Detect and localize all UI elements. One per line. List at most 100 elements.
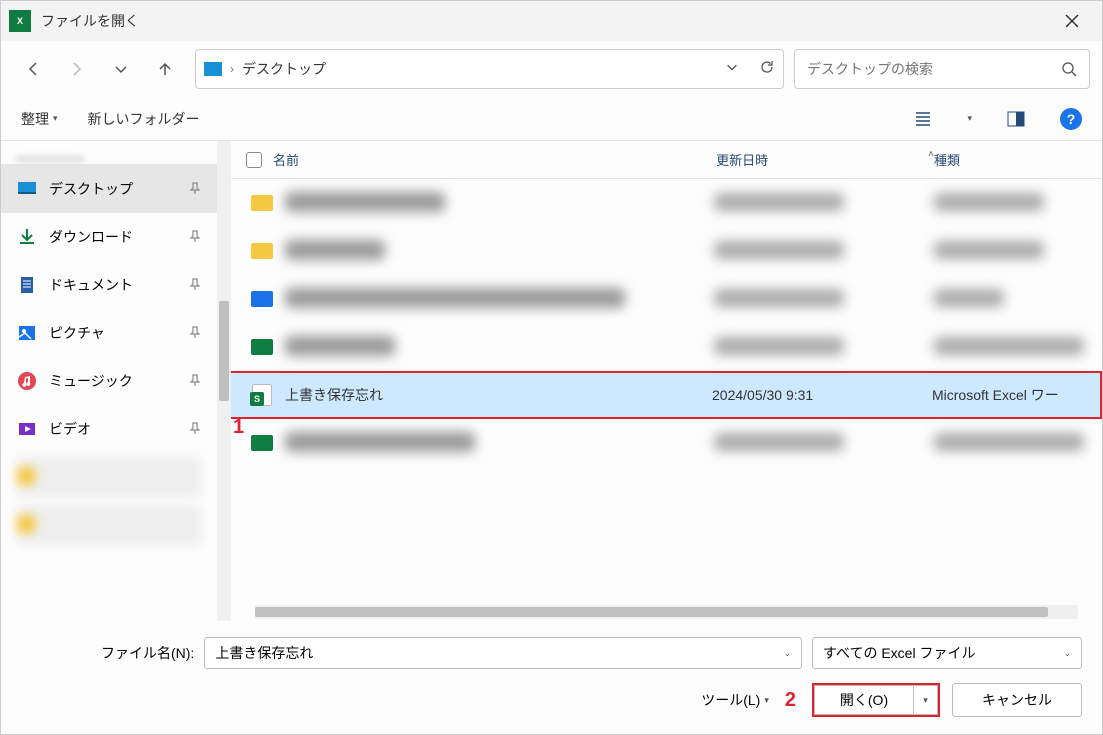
address-history-button[interactable] bbox=[725, 60, 739, 79]
chevron-down-icon: ⌄ bbox=[1063, 648, 1071, 659]
search-icon bbox=[1061, 61, 1077, 77]
file-row[interactable] bbox=[231, 227, 1102, 275]
sidebar-item-music[interactable]: ミュージック bbox=[1, 357, 217, 405]
toolbar: 整理 ▾ 新しいフォルダー ▾ ? bbox=[1, 97, 1102, 141]
chevron-down-icon bbox=[725, 60, 739, 74]
file-type: Microsoft Excel ワー bbox=[932, 385, 1092, 405]
column-headers: 名前 更新日時 ˄ 種類 bbox=[231, 141, 1102, 179]
help-button[interactable]: ? bbox=[1060, 108, 1082, 130]
open-dropdown-button[interactable]: ▾ bbox=[914, 685, 938, 715]
tools-menu[interactable]: ツール(L) ▾ bbox=[701, 690, 769, 710]
sidebar-item-documents[interactable]: ドキュメント bbox=[1, 261, 217, 309]
body: デスクトップ ダウンロード ドキュメント ピクチャ ミュージック ビデオ bbox=[1, 141, 1102, 621]
sidebar-item-desktop[interactable]: デスクトップ bbox=[1, 165, 217, 213]
caret-down-icon: ▾ bbox=[53, 113, 58, 124]
folder-icon bbox=[251, 291, 273, 307]
view-mode-button[interactable] bbox=[909, 105, 937, 133]
sidebar-item-label: ビデオ bbox=[49, 419, 91, 439]
recent-button[interactable] bbox=[101, 49, 141, 89]
list-view-icon bbox=[913, 109, 933, 129]
file-row[interactable] bbox=[231, 323, 1102, 371]
desktop-icon bbox=[17, 179, 37, 199]
select-all-checkbox[interactable] bbox=[239, 152, 269, 168]
refresh-button[interactable] bbox=[759, 59, 775, 80]
pin-icon bbox=[189, 229, 201, 245]
close-button[interactable] bbox=[1050, 1, 1094, 41]
caret-down-icon[interactable]: ▾ bbox=[967, 113, 972, 124]
folder-icon bbox=[251, 195, 273, 211]
title-bar: X ファイルを開く bbox=[1, 1, 1102, 41]
arrow-right-icon bbox=[69, 61, 85, 77]
caret-down-icon: ▾ bbox=[923, 695, 928, 706]
sidebar-item-label: ピクチャ bbox=[49, 323, 105, 343]
preview-pane-button[interactable] bbox=[1002, 105, 1030, 133]
refresh-icon bbox=[759, 59, 775, 75]
sidebar-item-video[interactable]: ビデオ bbox=[1, 405, 217, 453]
sidebar-item-downloads[interactable]: ダウンロード bbox=[1, 213, 217, 261]
sidebar-item-label: ドキュメント bbox=[49, 275, 133, 295]
filename-label: ファイル名(N): bbox=[101, 643, 194, 663]
desktop-icon bbox=[204, 62, 222, 76]
file-list: 名前 更新日時 ˄ 種類 bbox=[231, 141, 1102, 621]
arrow-left-icon bbox=[25, 61, 41, 77]
file-row[interactable] bbox=[231, 179, 1102, 227]
file-date: 2024/05/30 9:31 bbox=[712, 387, 932, 403]
open-split-button: 開く(O) ▾ bbox=[812, 683, 940, 717]
file-row[interactable] bbox=[231, 419, 1102, 467]
pictures-icon bbox=[17, 323, 37, 343]
pin-icon bbox=[189, 373, 201, 389]
excel-file-icon bbox=[251, 339, 273, 355]
open-button[interactable]: 開く(O) bbox=[814, 685, 914, 715]
video-icon bbox=[17, 419, 37, 439]
up-button[interactable] bbox=[145, 49, 185, 89]
search-box[interactable] bbox=[794, 49, 1090, 89]
filename-input[interactable]: 上書き保存忘れ ⌄ bbox=[204, 637, 802, 669]
sidebar-item-blurred bbox=[17, 505, 201, 545]
file-row-selected[interactable]: 上書き保存忘れ 2024/05/30 9:31 Microsoft Excel … bbox=[231, 371, 1102, 419]
nav-row: › デスクトップ bbox=[1, 41, 1102, 97]
address-bar[interactable]: › デスクトップ bbox=[195, 49, 784, 89]
column-date[interactable]: 更新日時 bbox=[716, 150, 936, 169]
sidebar-item-label: ミュージック bbox=[49, 371, 133, 391]
scrollbar-thumb[interactable] bbox=[255, 607, 1048, 617]
chevron-down-icon[interactable]: ⌄ bbox=[783, 648, 791, 659]
arrow-up-icon bbox=[157, 61, 173, 77]
back-button[interactable] bbox=[13, 49, 53, 89]
filetype-dropdown[interactable]: すべての Excel ファイル ⌄ bbox=[812, 637, 1082, 669]
preview-pane-icon bbox=[1006, 109, 1026, 129]
sidebar-item-blurred bbox=[17, 457, 201, 497]
caret-down-icon: ▾ bbox=[764, 695, 769, 706]
cancel-button[interactable]: キャンセル bbox=[952, 683, 1082, 717]
pin-icon bbox=[189, 277, 201, 293]
sidebar-item-pictures[interactable]: ピクチャ bbox=[1, 309, 217, 357]
column-type[interactable]: 種類 bbox=[934, 150, 1094, 169]
chevron-down-icon bbox=[113, 61, 129, 77]
pin-icon bbox=[189, 421, 201, 437]
forward-button[interactable] bbox=[57, 49, 97, 89]
pin-icon bbox=[189, 325, 201, 341]
horizontal-scrollbar[interactable] bbox=[255, 605, 1078, 619]
sidebar-quick-access bbox=[1, 141, 217, 165]
excel-file-icon bbox=[251, 435, 273, 451]
annotation-2: 2 bbox=[785, 689, 796, 712]
file-name: 上書き保存忘れ bbox=[285, 385, 712, 405]
dialog-title: ファイルを開く bbox=[41, 11, 139, 31]
breadcrumb-location[interactable]: デスクトップ bbox=[242, 59, 326, 79]
search-input[interactable] bbox=[807, 61, 1061, 77]
file-row[interactable] bbox=[231, 275, 1102, 323]
rows: 上書き保存忘れ 2024/05/30 9:31 Microsoft Excel … bbox=[231, 179, 1102, 601]
pin-icon bbox=[189, 181, 201, 197]
scrollbar-thumb[interactable] bbox=[219, 301, 229, 401]
annotation-1: 1 bbox=[233, 416, 244, 439]
new-folder-button[interactable]: 新しいフォルダー bbox=[88, 109, 200, 129]
document-icon bbox=[17, 275, 37, 295]
footer: ファイル名(N): 上書き保存忘れ ⌄ すべての Excel ファイル ⌄ ツー… bbox=[1, 621, 1102, 733]
download-icon bbox=[17, 227, 37, 247]
organize-menu[interactable]: 整理 ▾ bbox=[21, 109, 58, 129]
folder-icon bbox=[251, 243, 273, 259]
sidebar: デスクトップ ダウンロード ドキュメント ピクチャ ミュージック ビデオ bbox=[1, 141, 217, 621]
column-name[interactable]: 名前 bbox=[269, 150, 716, 169]
excel-file-icon bbox=[252, 384, 272, 406]
sidebar-item-label: ダウンロード bbox=[49, 227, 133, 247]
sidebar-scrollbar[interactable] bbox=[217, 141, 231, 621]
